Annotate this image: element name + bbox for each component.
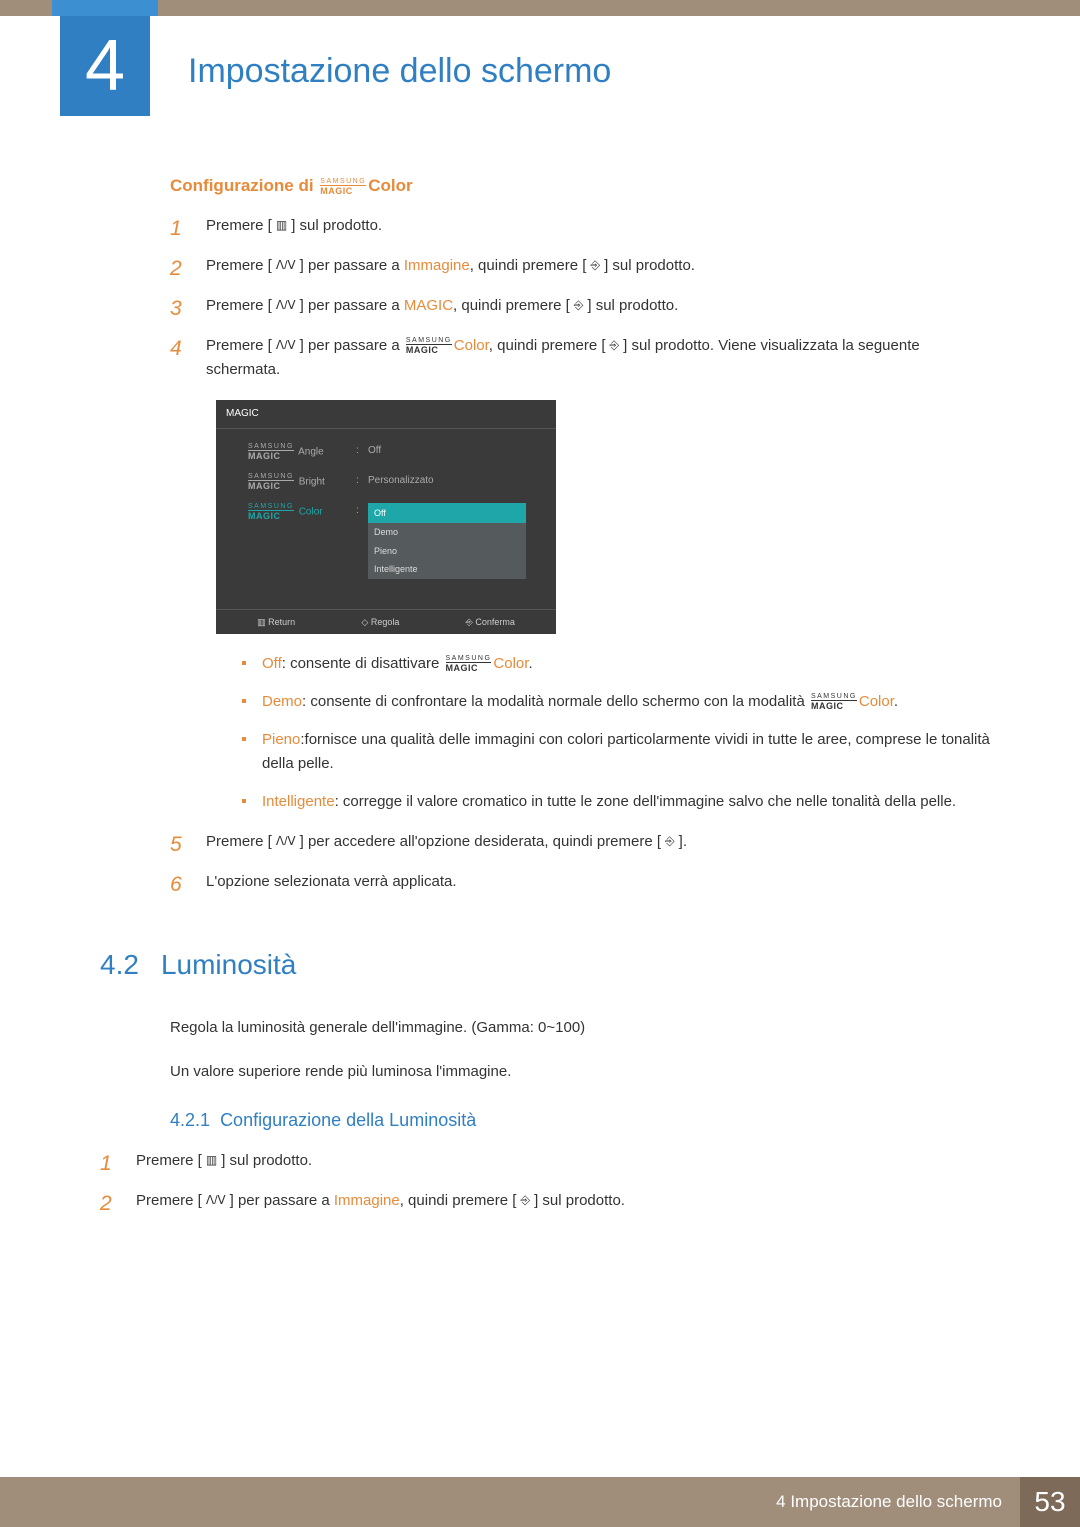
osd-screenshot: MAGIC SAMSUNGMAGIC Angle : Off SAMSUNGMA… xyxy=(216,400,556,634)
section-paragraph: Regola la luminosità generale dell'immag… xyxy=(170,1016,990,1040)
highlight-immagine: Immagine xyxy=(404,257,470,274)
step-item: Premere [ᐱ/ᐯ] per passare a Immagine, qu… xyxy=(100,1189,990,1213)
chapter-number-badge: 4 xyxy=(60,16,150,116)
osd-adjust: ◇ Regola xyxy=(361,615,399,629)
updown-icon: ᐱ/ᐯ xyxy=(273,832,299,851)
samsung-magic-logo: SAMSUNGMAGIC xyxy=(446,655,492,673)
updown-icon: ᐱ/ᐯ xyxy=(273,336,299,355)
highlight-magic: MAGIC xyxy=(404,297,453,314)
menu-icon: ▥ xyxy=(257,617,266,627)
enter-icon: ⎆ xyxy=(571,296,587,315)
steps-list-421: Premere [▥] sul prodotto. Premere [ᐱ/ᐯ] … xyxy=(100,1149,990,1213)
enter-icon: ⎆ xyxy=(662,832,678,851)
enter-icon: ⎆ xyxy=(517,1191,533,1210)
subsection-heading: 4.2.1 Configurazione della Luminosità xyxy=(170,1110,990,1131)
page-footer: 4 Impostazione dello schermo 53 xyxy=(0,1477,1080,1527)
osd-option-pieno: Pieno xyxy=(368,542,526,560)
step-item: Premere [ᐱ/ᐯ] per passare a MAGIC, quind… xyxy=(170,294,990,318)
enter-icon: ⎆ xyxy=(587,256,603,275)
samsung-magic-logo: SAMSUNGMAGIC xyxy=(320,178,366,196)
steps-list-a: Premere [▥] sul prodotto. Premere [ᐱ/ᐯ] … xyxy=(170,214,990,894)
step-item: L'opzione selezionata verrà applicata. xyxy=(170,870,990,894)
section-paragraph: Un valore superiore rende più luminosa l… xyxy=(170,1060,990,1084)
page-number: 53 xyxy=(1020,1477,1080,1527)
samsung-magic-logo: SAMSUNGMAGIC xyxy=(811,693,857,711)
chapter-header: 4 Impostazione dello schermo xyxy=(0,16,1080,116)
subheading-prefix: Configurazione di xyxy=(170,176,314,195)
chapter-title: Impostazione dello schermo xyxy=(188,52,611,91)
updown-icon: ᐱ/ᐯ xyxy=(273,256,299,275)
step-item: Premere [ᐱ/ᐯ] per passare a Immagine, qu… xyxy=(170,254,990,278)
osd-dropdown: Off Demo Pieno Intelligente xyxy=(368,503,526,579)
subheading-suffix: Color xyxy=(368,176,412,195)
option-pieno: Pieno:fornisce una qualità delle immagin… xyxy=(242,728,990,776)
osd-return: ▥ Return xyxy=(257,615,295,629)
step-item: Premere [ᐱ/ᐯ] per accedere all'opzione d… xyxy=(170,830,990,854)
osd-option-demo: Demo xyxy=(368,523,526,541)
section-number: 4.2 xyxy=(100,949,139,981)
menu-icon: ▥ xyxy=(203,1151,220,1170)
updown-icon: ᐱ/ᐯ xyxy=(203,1191,229,1210)
section-4-2: 4.2 Luminosità Regola la luminosità gene… xyxy=(100,949,990,1213)
highlight-immagine: Immagine xyxy=(334,1192,400,1209)
option-list: Off: consente di disattivare SAMSUNGMAGI… xyxy=(242,652,990,814)
step-item: Premere [ᐱ/ᐯ] per passare a SAMSUNGMAGIC… xyxy=(170,334,990,814)
osd-row-color: SAMSUNGMAGIC Color : Off Demo Pieno Inte… xyxy=(246,503,526,579)
section-title: Luminosità xyxy=(161,949,296,981)
subheading-config-magic-color: Configurazione di SAMSUNGMAGIC Color xyxy=(170,176,990,196)
footer-text: 4 Impostazione dello schermo xyxy=(776,1492,1002,1512)
main-content: Configurazione di SAMSUNGMAGIC Color Pre… xyxy=(170,176,990,894)
step-item: Premere [▥] sul prodotto. xyxy=(100,1149,990,1173)
enter-icon: ⎆ xyxy=(607,336,623,355)
step-item: Premere [▥] sul prodotto. xyxy=(170,214,990,238)
osd-title: MAGIC xyxy=(216,400,556,429)
samsung-magic-logo: SAMSUNGMAGIC xyxy=(406,337,452,355)
enter-icon: ⎆ xyxy=(466,617,473,627)
osd-option-off: Off xyxy=(368,503,526,523)
osd-row-angle: SAMSUNGMAGIC Angle : Off xyxy=(246,443,526,461)
option-intelligente: Intelligente: corregge il valore cromati… xyxy=(242,790,990,814)
osd-footer: ▥ Return ◇ Regola ⎆ Conferma xyxy=(216,609,556,634)
top-border xyxy=(0,0,1080,16)
option-demo: Demo: consente di confrontare la modalit… xyxy=(242,690,990,714)
menu-icon: ▥ xyxy=(273,216,290,235)
option-off: Off: consente di disattivare SAMSUNGMAGI… xyxy=(242,652,990,676)
adjust-icon: ◇ xyxy=(361,617,368,627)
osd-row-bright: SAMSUNGMAGIC Bright : Personalizzato xyxy=(246,473,526,491)
osd-option-intelligente: Intelligente xyxy=(368,560,526,578)
updown-icon: ᐱ/ᐯ xyxy=(273,296,299,315)
osd-confirm: ⎆ Conferma xyxy=(466,615,515,629)
